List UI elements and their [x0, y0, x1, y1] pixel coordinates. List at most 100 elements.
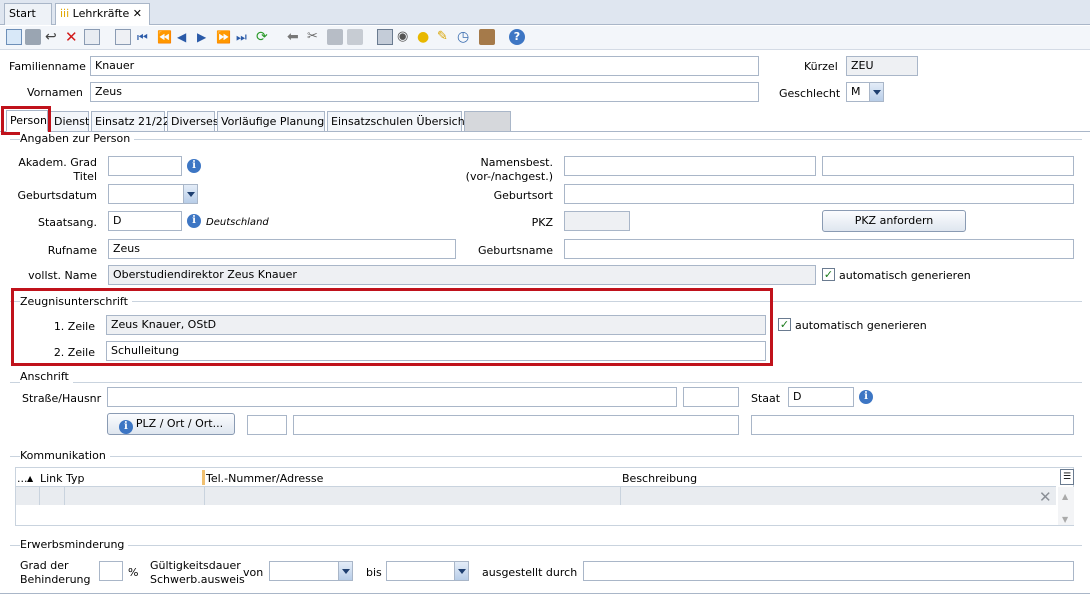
top-tab-bar [0, 0, 1090, 25]
subtab-einsatz[interactable]: Einsatz 21/22 [91, 111, 170, 131]
card-icon[interactable] [479, 29, 495, 45]
tab-start[interactable]: Start ✕ [4, 3, 52, 40]
grid-col-telnummer[interactable]: Tel.-Nummer/Adresse [206, 472, 323, 485]
clock-icon[interactable]: ◷ [457, 29, 473, 45]
cancel-icon[interactable] [84, 29, 100, 45]
subtab-blurred[interactable] [464, 111, 511, 131]
next-page-icon[interactable]: ⏩ [216, 29, 232, 45]
kuerzel-field[interactable]: ZEU [846, 56, 918, 76]
pkz-anfordern-button[interactable]: PKZ anfordern [822, 210, 966, 232]
rufname-field[interactable]: Zeus [108, 239, 456, 259]
staat-label: Staat [751, 392, 781, 405]
prev-page-icon[interactable]: ⏪ [157, 29, 173, 45]
geburtsdatum-field[interactable] [108, 184, 198, 204]
tab-start-label: Start [9, 7, 36, 20]
help-icon[interactable]: ? [509, 29, 525, 45]
grid-col-sort[interactable]: ... [17, 472, 28, 485]
hausnr-field[interactable] [683, 387, 739, 407]
subtab-dienst[interactable]: Dienst [50, 111, 89, 131]
refresh-icon[interactable]: ⟳ [256, 29, 272, 45]
grad-label-1: Grad der [20, 559, 69, 572]
namensbest-field-2[interactable] [822, 156, 1074, 176]
info-icon[interactable]: i [859, 390, 873, 404]
first-record-icon[interactable]: ⏮ [137, 29, 153, 45]
pencil-icon[interactable]: ✎ [437, 29, 453, 45]
print-icon[interactable] [377, 29, 393, 45]
strasse-field[interactable] [107, 387, 677, 407]
geburtsort-field[interactable] [564, 184, 1074, 204]
grid-col-divider [202, 470, 205, 485]
scroll-up-icon[interactable]: ▲ [1062, 490, 1068, 503]
subtab-diverses[interactable]: Diverses [167, 111, 219, 131]
copy-record-icon[interactable] [115, 29, 131, 45]
new-icon[interactable] [6, 29, 22, 45]
prev-record-icon[interactable]: ◀ [177, 29, 193, 45]
sort-up-icon: ▲ [27, 474, 34, 483]
subtab-einsatzschulen[interactable]: Einsatzschulen Übersicht [327, 111, 469, 131]
bulb-icon[interactable]: ● [417, 29, 433, 45]
save-icon[interactable] [25, 29, 41, 45]
tab-lehrkraefte-label: Lehrkräfte [72, 7, 130, 20]
scroll-down-icon[interactable]: ▼ [1062, 513, 1068, 526]
info-icon[interactable]: i [187, 214, 201, 228]
person-section-label: Angaben zur Person [20, 132, 135, 145]
plz-ort-button-label: PLZ / Ort / Ort... [135, 417, 224, 430]
chevron-down-icon[interactable] [338, 562, 352, 580]
grid-col-typ[interactable]: Typ [66, 472, 85, 485]
tab-lehrkraefte[interactable]: ііі Lehrkräfte ✕ [55, 3, 150, 25]
chevron-down-icon[interactable] [454, 562, 468, 580]
ort-field[interactable] [293, 415, 739, 435]
akadem-field[interactable] [108, 156, 182, 176]
close-icon[interactable]: ✕ [133, 7, 142, 20]
grid-new-row[interactable] [16, 487, 1056, 505]
zeugnis-auto-checkbox[interactable]: ✓ [778, 318, 791, 331]
plz-field[interactable] [247, 415, 287, 435]
gueltig-label-2: Schwerb.ausweis [150, 573, 245, 586]
subtab-vorlaeufige-planung[interactable]: Vorläufige Planung [217, 111, 325, 131]
paste-icon[interactable] [347, 29, 363, 45]
geschlecht-select[interactable]: M [846, 82, 884, 102]
staatsang-field[interactable]: D [108, 211, 182, 231]
geburtsort-label: Geburtsort [493, 189, 553, 202]
geschlecht-value: M [851, 85, 861, 98]
grid-menu-icon[interactable]: ☰ [1060, 469, 1074, 485]
cut-icon[interactable]: ✂ [307, 29, 323, 45]
ortsteil-field[interactable] [751, 415, 1074, 435]
ausgestellt-field[interactable] [583, 561, 1074, 581]
delete-icon[interactable]: ✕ [65, 29, 81, 45]
preview-icon[interactable]: ◉ [397, 29, 413, 45]
next-record-icon[interactable]: ▶ [197, 29, 213, 45]
grid-col-link[interactable]: Link [40, 472, 63, 485]
last-record-icon[interactable]: ⏭ [236, 29, 252, 45]
grad-field[interactable] [99, 561, 123, 581]
rufname-label: Rufname [47, 244, 97, 257]
strasse-label: Straße/Hausnr [22, 392, 102, 405]
gueltig-label-1: Gültigkeitsdauer [150, 559, 241, 572]
back-arrow-icon[interactable]: ⬅ [287, 29, 303, 45]
grid-header [16, 468, 1056, 487]
percent-label: % [128, 566, 139, 579]
vollst-field[interactable]: Oberstudiendirektor Zeus Knauer [108, 265, 816, 285]
namensbest-field-1[interactable] [564, 156, 816, 176]
von-date-field[interactable] [269, 561, 353, 581]
delete-row-icon[interactable]: ✕ [1039, 488, 1052, 506]
zeugnis-highlight [11, 288, 773, 366]
info-icon[interactable]: i [187, 159, 201, 173]
grid-row-line [64, 487, 65, 505]
chevron-down-icon[interactable] [869, 83, 883, 101]
familienname-field[interactable]: Knauer [90, 56, 759, 76]
pkz-field[interactable] [564, 211, 630, 231]
staat-field[interactable]: D [788, 387, 854, 407]
grid-col-beschreibung[interactable]: Beschreibung [622, 472, 697, 485]
pkz-label: PKZ [531, 216, 553, 229]
auto-generate-checkbox[interactable]: ✓ [822, 268, 835, 281]
copy-icon[interactable] [327, 29, 343, 45]
teachers-icon: ііі [60, 7, 70, 20]
vornamen-field[interactable]: Zeus [90, 82, 759, 102]
geburtsname-field[interactable] [564, 239, 1074, 259]
bis-date-field[interactable] [386, 561, 469, 581]
undo-icon[interactable]: ↩ [45, 29, 61, 45]
plz-ort-button[interactable]: i PLZ / Ort / Ort... [107, 413, 235, 435]
geburtsname-label: Geburtsname [477, 244, 553, 257]
chevron-down-icon[interactable] [183, 185, 197, 203]
